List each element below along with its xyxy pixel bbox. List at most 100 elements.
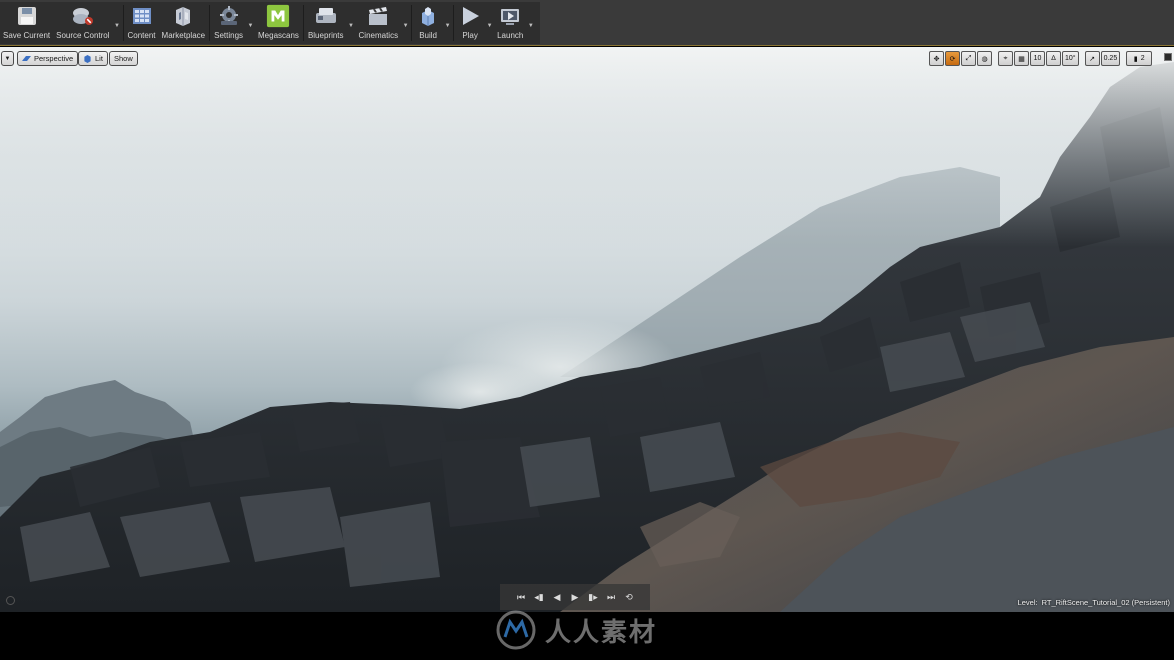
blueprints-label: Blueprints <box>307 31 344 40</box>
settings-button[interactable]: Settings <box>211 2 246 44</box>
camera-icon: ▮ <box>1133 55 1138 63</box>
surface-snapping-button[interactable]: ⌖ <box>998 51 1013 66</box>
play-forward-icon: ▶ <box>571 591 579 602</box>
marketplace-button[interactable]: Marketplace <box>159 2 209 44</box>
launch-icon <box>498 4 522 28</box>
toolbar-buttons: Save Current Source Control ▼ Content Ma… <box>0 2 540 44</box>
perspective-button[interactable]: Perspective <box>17 51 79 66</box>
watermark-logo-icon <box>496 610 536 650</box>
blueprints-icon <box>314 4 338 28</box>
toolbar-separator <box>209 5 211 41</box>
blueprints-button[interactable]: Blueprints <box>305 2 347 44</box>
camera-speed-value-label: 2 <box>1140 55 1145 62</box>
play-label: Play <box>462 31 478 40</box>
scale-snap-value-label: 0.25 <box>1103 55 1118 62</box>
megascans-icon <box>266 4 290 28</box>
cinematics-button[interactable]: Cinematics <box>356 2 402 44</box>
step-forward-icon: ▮▸ <box>588 591 598 602</box>
lit-label: Lit <box>95 54 103 63</box>
rotation-snap-value-label: 10° <box>1065 55 1076 62</box>
skip-to-start-button[interactable]: ⏮ <box>514 591 528 603</box>
step-back-icon: ◂▮ <box>534 591 544 602</box>
move-icon: ✥ <box>933 55 940 63</box>
content-label: Content <box>127 31 156 40</box>
main-toolbar: Save Current Source Control ▼ Content Ma… <box>0 0 1174 46</box>
level-viewport[interactable]: ▼ Perspective Lit Show ✥ ⟳ ⤢ ◍ ⌖ ▦ 10 ∆ … <box>0 47 1174 612</box>
step-back-button[interactable]: ◂▮ <box>532 591 546 603</box>
settings-icon <box>217 4 241 28</box>
step-forward-button[interactable]: ▮▸ <box>586 591 600 603</box>
source-control-label: Source Control <box>56 31 110 40</box>
viewport-transform-toolbar: ✥ ⟳ ⤢ ◍ ⌖ ▦ 10 ∆ 10° ↗ 0.25 ▮ 2 <box>929 51 1153 66</box>
rotation-snap-value[interactable]: 10° <box>1062 51 1079 66</box>
watermark-text: 人人素材 <box>545 617 658 648</box>
scene-render <box>0 47 1174 612</box>
settings-label: Settings <box>214 31 244 40</box>
blueprints-dropdown-icon[interactable]: ▼ <box>347 2 356 44</box>
lit-icon <box>84 54 91 63</box>
rotate-mode-button[interactable]: ⟳ <box>945 51 960 66</box>
perspective-label: Perspective <box>34 54 74 63</box>
scale-snap-icon: ↗ <box>1089 55 1096 63</box>
toolbar-separator <box>302 5 304 41</box>
realtime-indicator-icon <box>6 596 15 605</box>
loop-button[interactable]: ⟲ <box>622 591 636 603</box>
megascans-label: Megascans <box>258 31 299 40</box>
scale-snap-value[interactable]: 0.25 <box>1100 51 1121 66</box>
level-prefix: Level: <box>1017 598 1038 607</box>
toolbar-border <box>0 45 1174 46</box>
settings-dropdown-icon[interactable]: ▼ <box>246 2 255 44</box>
grid-snap-value[interactable]: 10 <box>1030 51 1045 66</box>
scale-snap-toggle[interactable]: ↗ <box>1084 51 1100 66</box>
viewport-options-button[interactable]: ▼ <box>1 51 14 66</box>
camera-speed-button[interactable]: ▮ 2 <box>1126 51 1153 66</box>
toolbar-separator <box>122 5 124 41</box>
level-name-display: Level: RT_RiftScene_Tutorial_02 (Persiste… <box>1018 598 1170 607</box>
skip-to-end-icon: ⏭ <box>606 591 616 602</box>
play-reverse-button[interactable]: ◀ <box>550 591 564 603</box>
megascans-button[interactable]: Megascans <box>255 2 302 44</box>
launch-button[interactable]: Launch <box>494 2 526 44</box>
level-name: RT_RiftScene_Tutorial_02 (Persistent) <box>1041 598 1170 607</box>
grid-snap-toggle[interactable]: ▦ <box>1014 51 1029 66</box>
cinematics-dropdown-icon[interactable]: ▼ <box>401 2 410 44</box>
build-button[interactable]: Build <box>413 2 443 44</box>
build-icon <box>416 4 440 28</box>
source-control-icon <box>71 4 95 28</box>
save-icon <box>15 4 39 28</box>
watermark: 人人素材 <box>495 609 685 651</box>
marketplace-icon <box>171 4 195 28</box>
source-control-dropdown-icon[interactable]: ▼ <box>113 2 122 44</box>
cinematics-label: Cinematics <box>358 31 399 40</box>
maximize-viewport-button[interactable] <box>1164 53 1172 61</box>
play-dropdown-icon[interactable]: ▼ <box>485 2 494 44</box>
play-forward-button[interactable]: ▶ <box>568 591 582 603</box>
save-current-button[interactable]: Save Current <box>0 2 53 44</box>
translate-mode-button[interactable]: ✥ <box>929 51 944 66</box>
scale-mode-button[interactable]: ⤢ <box>961 51 976 66</box>
skip-to-end-button[interactable]: ⏭ <box>604 591 618 603</box>
grid-snap-value-label: 10 <box>1033 55 1042 62</box>
content-icon <box>130 4 154 28</box>
play-button[interactable]: Play <box>455 2 485 44</box>
playback-controls: ⏮ ◂▮ ◀ ▶ ▮▸ ⏭ ⟲ <box>500 584 650 610</box>
angle-icon: ∆ <box>1051 55 1056 62</box>
play-icon <box>458 4 482 28</box>
source-control-button[interactable]: Source Control <box>53 2 112 44</box>
content-button[interactable]: Content <box>125 2 159 44</box>
lit-button[interactable]: Lit <box>78 51 108 66</box>
grid-icon: ▦ <box>1018 55 1025 63</box>
surface-snap-icon: ⌖ <box>1003 54 1008 62</box>
marketplace-label: Marketplace <box>161 31 206 40</box>
rotation-snap-toggle[interactable]: ∆ <box>1046 51 1061 66</box>
cinematics-icon <box>366 4 390 28</box>
coordinate-system-button[interactable]: ◍ <box>977 51 992 66</box>
build-dropdown-icon[interactable]: ▼ <box>443 2 452 44</box>
globe-icon: ◍ <box>981 55 988 63</box>
launch-dropdown-icon[interactable]: ▼ <box>526 2 535 44</box>
save-current-label: Save Current <box>3 31 51 40</box>
toolbar-separator <box>453 5 455 41</box>
perspective-icon <box>22 56 31 61</box>
show-button[interactable]: Show <box>109 51 138 66</box>
play-reverse-icon: ◀ <box>553 591 561 602</box>
